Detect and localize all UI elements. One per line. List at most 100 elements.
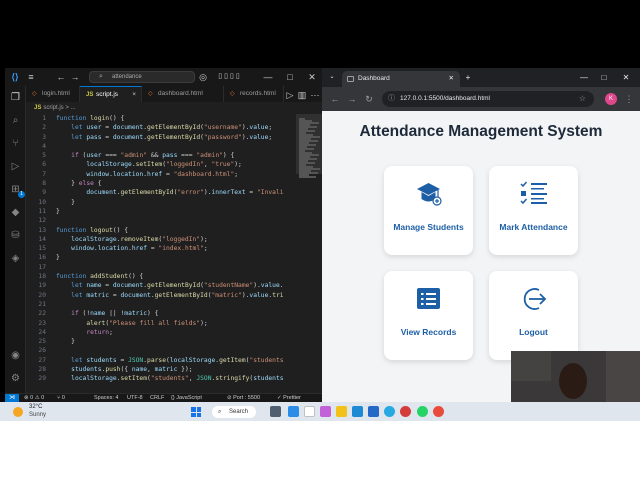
code-line[interactable]: 14 localStorage.removeItem("loggedIn"); [26, 235, 296, 244]
close-tab-icon[interactable]: × [132, 87, 136, 103]
tab-script-js[interactable]: JS script.js × [80, 86, 142, 102]
code-line[interactable]: 15 window.location.href = "index.html"; [26, 244, 296, 253]
store-icon[interactable] [368, 406, 379, 417]
site-info-icon[interactable]: ⓘ [388, 91, 395, 107]
app-red-icon[interactable] [400, 406, 411, 417]
more-menu-icon[interactable]: ⋮ [622, 91, 636, 107]
encoding-status[interactable]: UTF-8 [127, 394, 143, 402]
edge-browser-icon[interactable] [352, 406, 363, 417]
problems-status[interactable]: ⊗ 0 ⚠ 0 [24, 394, 44, 402]
breadcrumb-more[interactable]: > ... [65, 105, 75, 111]
database-icon[interactable]: ⛁ [8, 228, 23, 243]
code-line[interactable]: 6 localStorage.setItem("loggedIn", "true… [26, 160, 296, 169]
weather-sun-icon[interactable] [13, 407, 23, 417]
profile-avatar[interactable]: K [605, 93, 617, 105]
close-button[interactable]: ✕ [304, 68, 320, 86]
eol-status[interactable]: CRLF [150, 394, 164, 402]
whatsapp-icon[interactable] [417, 406, 428, 417]
code-line[interactable]: 12 [26, 216, 296, 225]
explorer-icon[interactable]: ❐ [8, 90, 23, 105]
manage-students-card[interactable]: Manage Students [384, 166, 473, 255]
tab-search-icon[interactable]: ⌄ [326, 68, 338, 87]
breadcrumb-file[interactable]: script.js [43, 105, 63, 111]
extensions-icon[interactable]: ⊞ [8, 182, 25, 198]
telegram-icon[interactable] [384, 406, 395, 417]
code-line[interactable]: 23 alert("Please fill all fields"); [26, 319, 296, 328]
python-icon[interactable]: ◆ [8, 205, 23, 220]
layers-icon[interactable]: ◈ [8, 251, 23, 266]
bookmark-star-icon[interactable]: ☆ [579, 91, 586, 107]
mark-attendance-card[interactable]: Mark Attendance [489, 166, 578, 255]
maximize-button[interactable]: □ [597, 68, 611, 87]
command-center-search[interactable]: ⌕ attendance [89, 71, 195, 83]
code-line[interactable]: 22 if (!name || !matric) { [26, 309, 296, 318]
code-line[interactable]: 19 let name = document.getElementById("s… [26, 281, 296, 290]
address-bar[interactable]: ⓘ 127.0.0.1:5500/dashboard.html ☆ [382, 91, 594, 107]
app-taskbar-icon[interactable] [304, 406, 315, 417]
minimap[interactable] [296, 114, 322, 393]
code-line[interactable]: 29 localStorage.setItem("students", JSON… [26, 374, 296, 383]
forward-arrow-icon[interactable]: → [69, 68, 81, 86]
code-line[interactable]: 28 students.push({ name, matric }); [26, 365, 296, 374]
live-server-port-status[interactable]: ⊘ Port : 5500 [227, 394, 260, 402]
code-line[interactable]: 3 let pass = document.getElementById("pa… [26, 133, 296, 142]
prettier-status[interactable]: ✓ Prettier [277, 394, 301, 402]
weather-description[interactable]: Sunny [29, 412, 46, 418]
source-control-icon[interactable]: ⑂ [8, 136, 23, 151]
chrome-icon[interactable] [433, 406, 444, 417]
remote-icon[interactable]: ⋊ [5, 394, 19, 402]
code-line[interactable]: 18 function addStudent() { [26, 272, 296, 281]
code-line[interactable]: 25 } [26, 337, 296, 346]
code-line[interactable]: 7 window.location.href = "dashboard.html… [26, 170, 296, 179]
code-editor[interactable]: 1 function login() {2 let user = document… [26, 114, 296, 393]
tab-login-html[interactable]: ◇ login.html [26, 86, 80, 102]
taskbar-search[interactable]: ⌕ Search [212, 406, 256, 418]
maximize-button[interactable]: □ [282, 68, 298, 86]
code-line[interactable]: 1 function login() { [26, 114, 296, 123]
code-line[interactable]: 27 let students = JSON.parse(localStorag… [26, 356, 296, 365]
logout-card[interactable]: Logout [489, 271, 578, 360]
code-line[interactable]: 2 let user = document.getElementById("us… [26, 123, 296, 132]
code-line[interactable]: 9 document.getElementById("error").inner… [26, 188, 296, 197]
settings-gear-icon[interactable]: ⚙ [8, 371, 23, 386]
new-tab-icon[interactable]: + [462, 68, 474, 87]
back-arrow-icon[interactable]: ← [328, 91, 342, 107]
task-view-icon[interactable] [270, 406, 281, 417]
browser-tab-dashboard[interactable]: Dashboard ✕ [342, 71, 460, 87]
code-line[interactable]: 10 } [26, 198, 296, 207]
weather-temperature[interactable]: 32°C [29, 404, 42, 410]
code-line[interactable]: 26 [26, 346, 296, 355]
search-sidebar-icon[interactable]: ⌕ [8, 113, 23, 128]
code-line[interactable]: 5 if (user === "admin" && pass === "admi… [26, 151, 296, 160]
copilot-icon[interactable]: ◎ [198, 68, 208, 86]
run-debug-icon[interactable]: ▷ [8, 159, 23, 174]
code-line[interactable]: 16} [26, 253, 296, 262]
minimize-button[interactable]: — [577, 68, 591, 87]
language-status[interactable]: {} JavaScript [171, 394, 202, 402]
menu-icon[interactable]: ≡ [25, 68, 37, 86]
account-icon[interactable]: ◉ [8, 348, 23, 363]
code-line[interactable]: 20 let matric = document.getElementById(… [26, 291, 296, 300]
copilot-taskbar-icon[interactable] [320, 406, 331, 417]
code-line[interactable]: 21 [26, 300, 296, 309]
view-records-card[interactable]: View Records [384, 271, 473, 360]
code-line[interactable]: 4 [26, 142, 296, 151]
minimize-button[interactable]: — [260, 68, 276, 86]
file-explorer-icon[interactable] [336, 406, 347, 417]
code-line[interactable]: 13 function logout() { [26, 226, 296, 235]
close-button[interactable]: ✕ [619, 68, 633, 87]
reload-icon[interactable]: ↻ [362, 91, 376, 107]
close-tab-icon[interactable]: ✕ [449, 71, 454, 87]
ports-status[interactable]: ⑂ 0 [57, 394, 65, 402]
tab-dashboard-html[interactable]: ◇ dashboard.html [142, 86, 224, 102]
vscode-taskbar-icon[interactable] [288, 406, 299, 417]
tab-records-html[interactable]: ◇ records.html [224, 86, 284, 102]
code-line[interactable]: 17 [26, 263, 296, 272]
forward-arrow-icon[interactable]: → [345, 91, 359, 107]
layout-controls[interactable]: ▯▯▯▯ [210, 68, 250, 86]
code-line[interactable]: 8 } else { [26, 179, 296, 188]
code-line[interactable]: 24 return; [26, 328, 296, 337]
back-arrow-icon[interactable]: ← [55, 68, 67, 86]
windows-start-icon[interactable] [191, 407, 201, 417]
indentation-status[interactable]: Spaces: 4 [94, 394, 118, 402]
